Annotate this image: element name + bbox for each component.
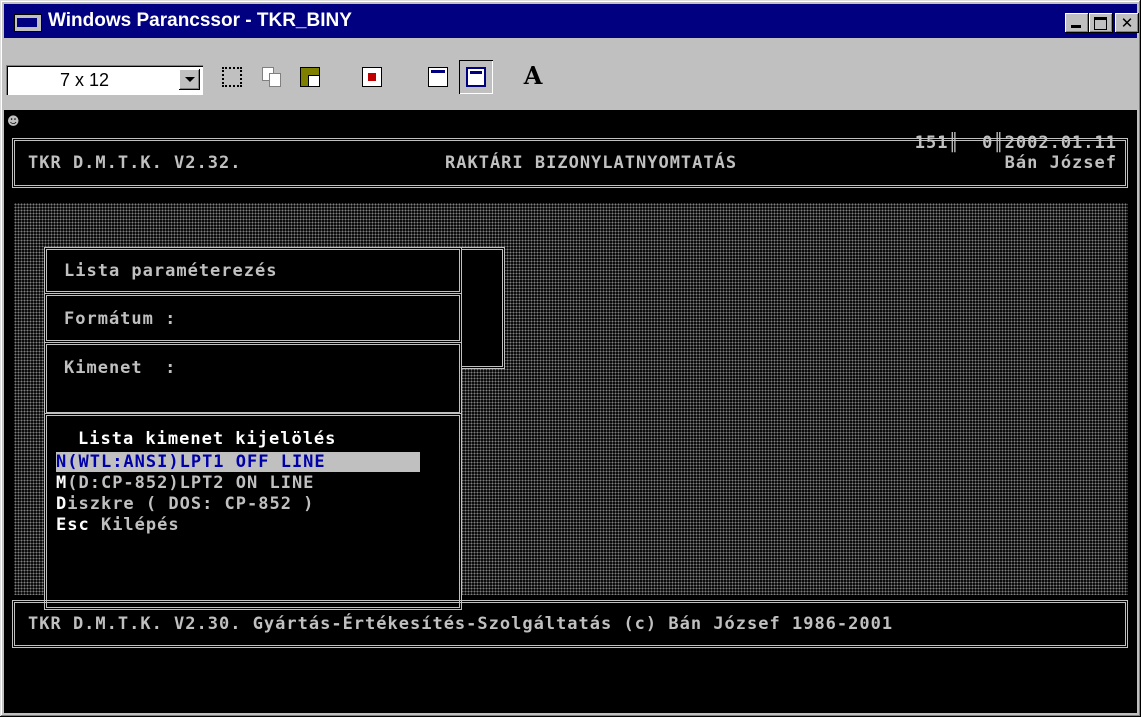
output-select-menu: Lista kimenet kijelölés N(WTL:ANSI)LPT1 …: [44, 413, 462, 610]
output-panel: Kimenet :: [44, 342, 462, 415]
menu-item-hotkey: M: [56, 473, 68, 493]
list-parameters-label: Lista paraméterezés: [64, 261, 278, 281]
maximize-icon: [1094, 17, 1107, 30]
mark-button[interactable]: [215, 60, 249, 94]
footer-box: TKR D.M.T.K. V2.30. Gyártás-Értékesítés-…: [12, 600, 1128, 648]
toolbar: 7 x 12 A: [4, 40, 1137, 108]
window-title: Windows Parancssor - TKR_BINY: [48, 10, 352, 31]
background-button[interactable]: [459, 60, 493, 94]
format-label: Formátum :: [64, 309, 177, 329]
minimize-button[interactable]: [1065, 13, 1089, 33]
header-app-name: TKR D.M.T.K. V2.32.: [28, 153, 242, 173]
properties-icon: [428, 67, 448, 87]
menu-item-disk[interactable]: Diszkre ( DOS: CP-852 ): [56, 494, 314, 514]
menu-item-label: Kilépés: [89, 515, 180, 535]
maximize-button[interactable]: [1089, 13, 1113, 33]
font-size-select[interactable]: 7 x 12: [6, 65, 203, 95]
smiley-icon: ☻: [7, 114, 20, 128]
header-module: RAKTÁRI BIZONYLATNYOMTATÁS: [445, 153, 738, 173]
footer-text: TKR D.M.T.K. V2.30. Gyártás-Értékesítés-…: [28, 614, 894, 634]
console-area[interactable]: ☻ TKR D.M.T.K. V2.32. RAKTÁRI BIZONYLATN…: [4, 110, 1137, 713]
output-label: Kimenet :: [64, 358, 177, 378]
menu-item-hotkey: D: [56, 494, 68, 514]
header-status: 151║ 0║2002.01.11: [914, 133, 1117, 153]
menu-item-lpt1[interactable]: N(WTL:ANSI)LPT1 OFF LINE: [56, 452, 420, 472]
close-button[interactable]: ✕: [1115, 13, 1139, 33]
menu-item-hotkey: N: [56, 452, 68, 472]
menu-item-label: (WTL:ANSI)LPT1 OFF LINE: [67, 452, 326, 472]
paste-button[interactable]: [293, 60, 327, 94]
copy-button[interactable]: [255, 60, 289, 94]
format-panel: Formátum :: [44, 293, 462, 343]
full-screen-icon: [362, 67, 382, 87]
full-screen-button[interactable]: [355, 60, 389, 94]
side-frame: [458, 247, 505, 369]
copy-icon: [262, 67, 282, 87]
paste-icon: [300, 67, 320, 87]
title-bar[interactable]: Windows Parancssor - TKR_BINY ✕: [4, 4, 1139, 38]
background-icon: [466, 67, 486, 87]
font-button[interactable]: A: [516, 60, 550, 94]
menu-title: Lista kimenet kijelölés: [78, 429, 337, 449]
chevron-down-icon: [185, 77, 195, 82]
header-user: Bán József: [1004, 153, 1117, 173]
font-size-value: 7 x 12: [60, 70, 110, 90]
list-parameters-panel: Lista paraméterezés: [44, 247, 462, 294]
console-window: Windows Parancssor - TKR_BINY ✕ 7 x 12 A…: [0, 0, 1141, 717]
mark-icon: [222, 67, 242, 87]
menu-item-exit[interactable]: Esc Kilépés: [56, 515, 180, 535]
menu-item-hotkey: Esc: [56, 515, 90, 535]
font-icon: A: [523, 61, 543, 90]
properties-button[interactable]: [421, 60, 455, 94]
menu-item-label: (D:CP-852)LPT2 ON LINE: [67, 473, 315, 493]
menu-item-lpt2[interactable]: M(D:CP-852)LPT2 ON LINE: [56, 473, 314, 493]
console-app-icon[interactable]: [14, 14, 42, 32]
font-size-dropdown-button[interactable]: [179, 69, 200, 90]
header-info: 151║ 0║2002.01.11 Bán József: [915, 133, 1117, 173]
header-box: TKR D.M.T.K. V2.32. RAKTÁRI BIZONYLATNYO…: [12, 133, 1128, 188]
menu-item-label: iszkre ( DOS: CP-852 ): [67, 494, 315, 514]
minimize-icon: [1071, 25, 1081, 28]
